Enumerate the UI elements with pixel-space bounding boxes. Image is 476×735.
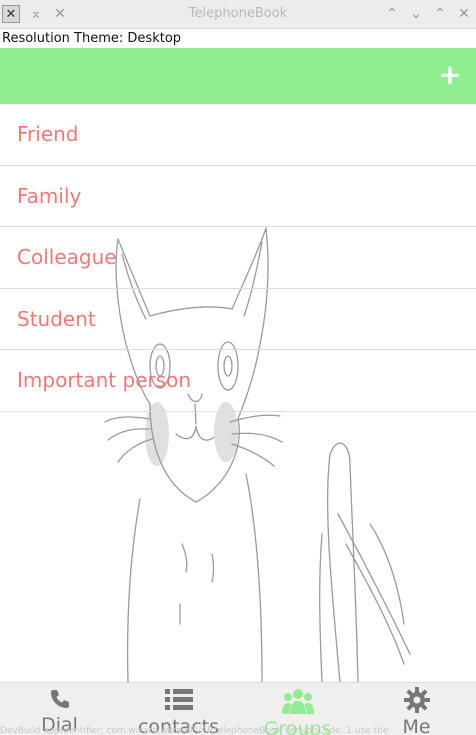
tab-dial[interactable]: Dial xyxy=(0,683,119,735)
app-header: + xyxy=(0,48,476,104)
groups-content: Friend Family Colleague Student Importan… xyxy=(0,104,476,682)
bottom-tab-bar: Dial contacts Groups Me xyxy=(0,682,476,735)
tab-groups[interactable]: Groups xyxy=(238,683,357,735)
groups-list: Friend Family Colleague Student Importan… xyxy=(0,104,476,412)
tab-label: Me xyxy=(402,716,431,735)
keep-below-icon[interactable]: ⌄ xyxy=(407,5,425,23)
resolution-theme-label: Resolution Theme: Desktop xyxy=(0,29,476,48)
group-label: Student xyxy=(17,306,96,331)
group-item-friend[interactable]: Friend xyxy=(0,104,476,166)
group-label: Colleague xyxy=(17,245,117,270)
group-label: Important person xyxy=(17,368,192,393)
tab-me[interactable]: Me xyxy=(357,683,476,735)
tab-label: Groups xyxy=(263,718,332,735)
group-label: Friend xyxy=(17,122,79,147)
keep-above-icon[interactable]: ⌃ xyxy=(383,5,401,23)
people-icon xyxy=(281,687,314,715)
group-item-student[interactable]: Student xyxy=(0,289,476,350)
list-icon xyxy=(164,687,194,713)
window-title: TelephoneBook xyxy=(188,6,288,21)
close-icon[interactable]: ✕ xyxy=(455,5,473,23)
tab-label: contacts xyxy=(137,716,219,735)
group-item-family[interactable]: Family xyxy=(0,166,476,227)
minimize-icon[interactable]: ⌃ xyxy=(431,5,449,23)
group-label: Family xyxy=(17,183,82,208)
group-item-important-person[interactable]: Important person xyxy=(0,350,476,412)
group-item-colleague[interactable]: Colleague xyxy=(0,227,476,289)
add-group-button[interactable]: + xyxy=(438,60,462,90)
phone-icon xyxy=(48,687,72,711)
window-titlebar: ✕ ⌅ ✕ TelephoneBook ⌃ ⌄ ⌃ ✕ xyxy=(0,0,476,29)
tab-contacts[interactable]: contacts xyxy=(119,683,238,735)
gear-icon xyxy=(403,687,430,713)
tab-label: Dial xyxy=(41,714,78,735)
